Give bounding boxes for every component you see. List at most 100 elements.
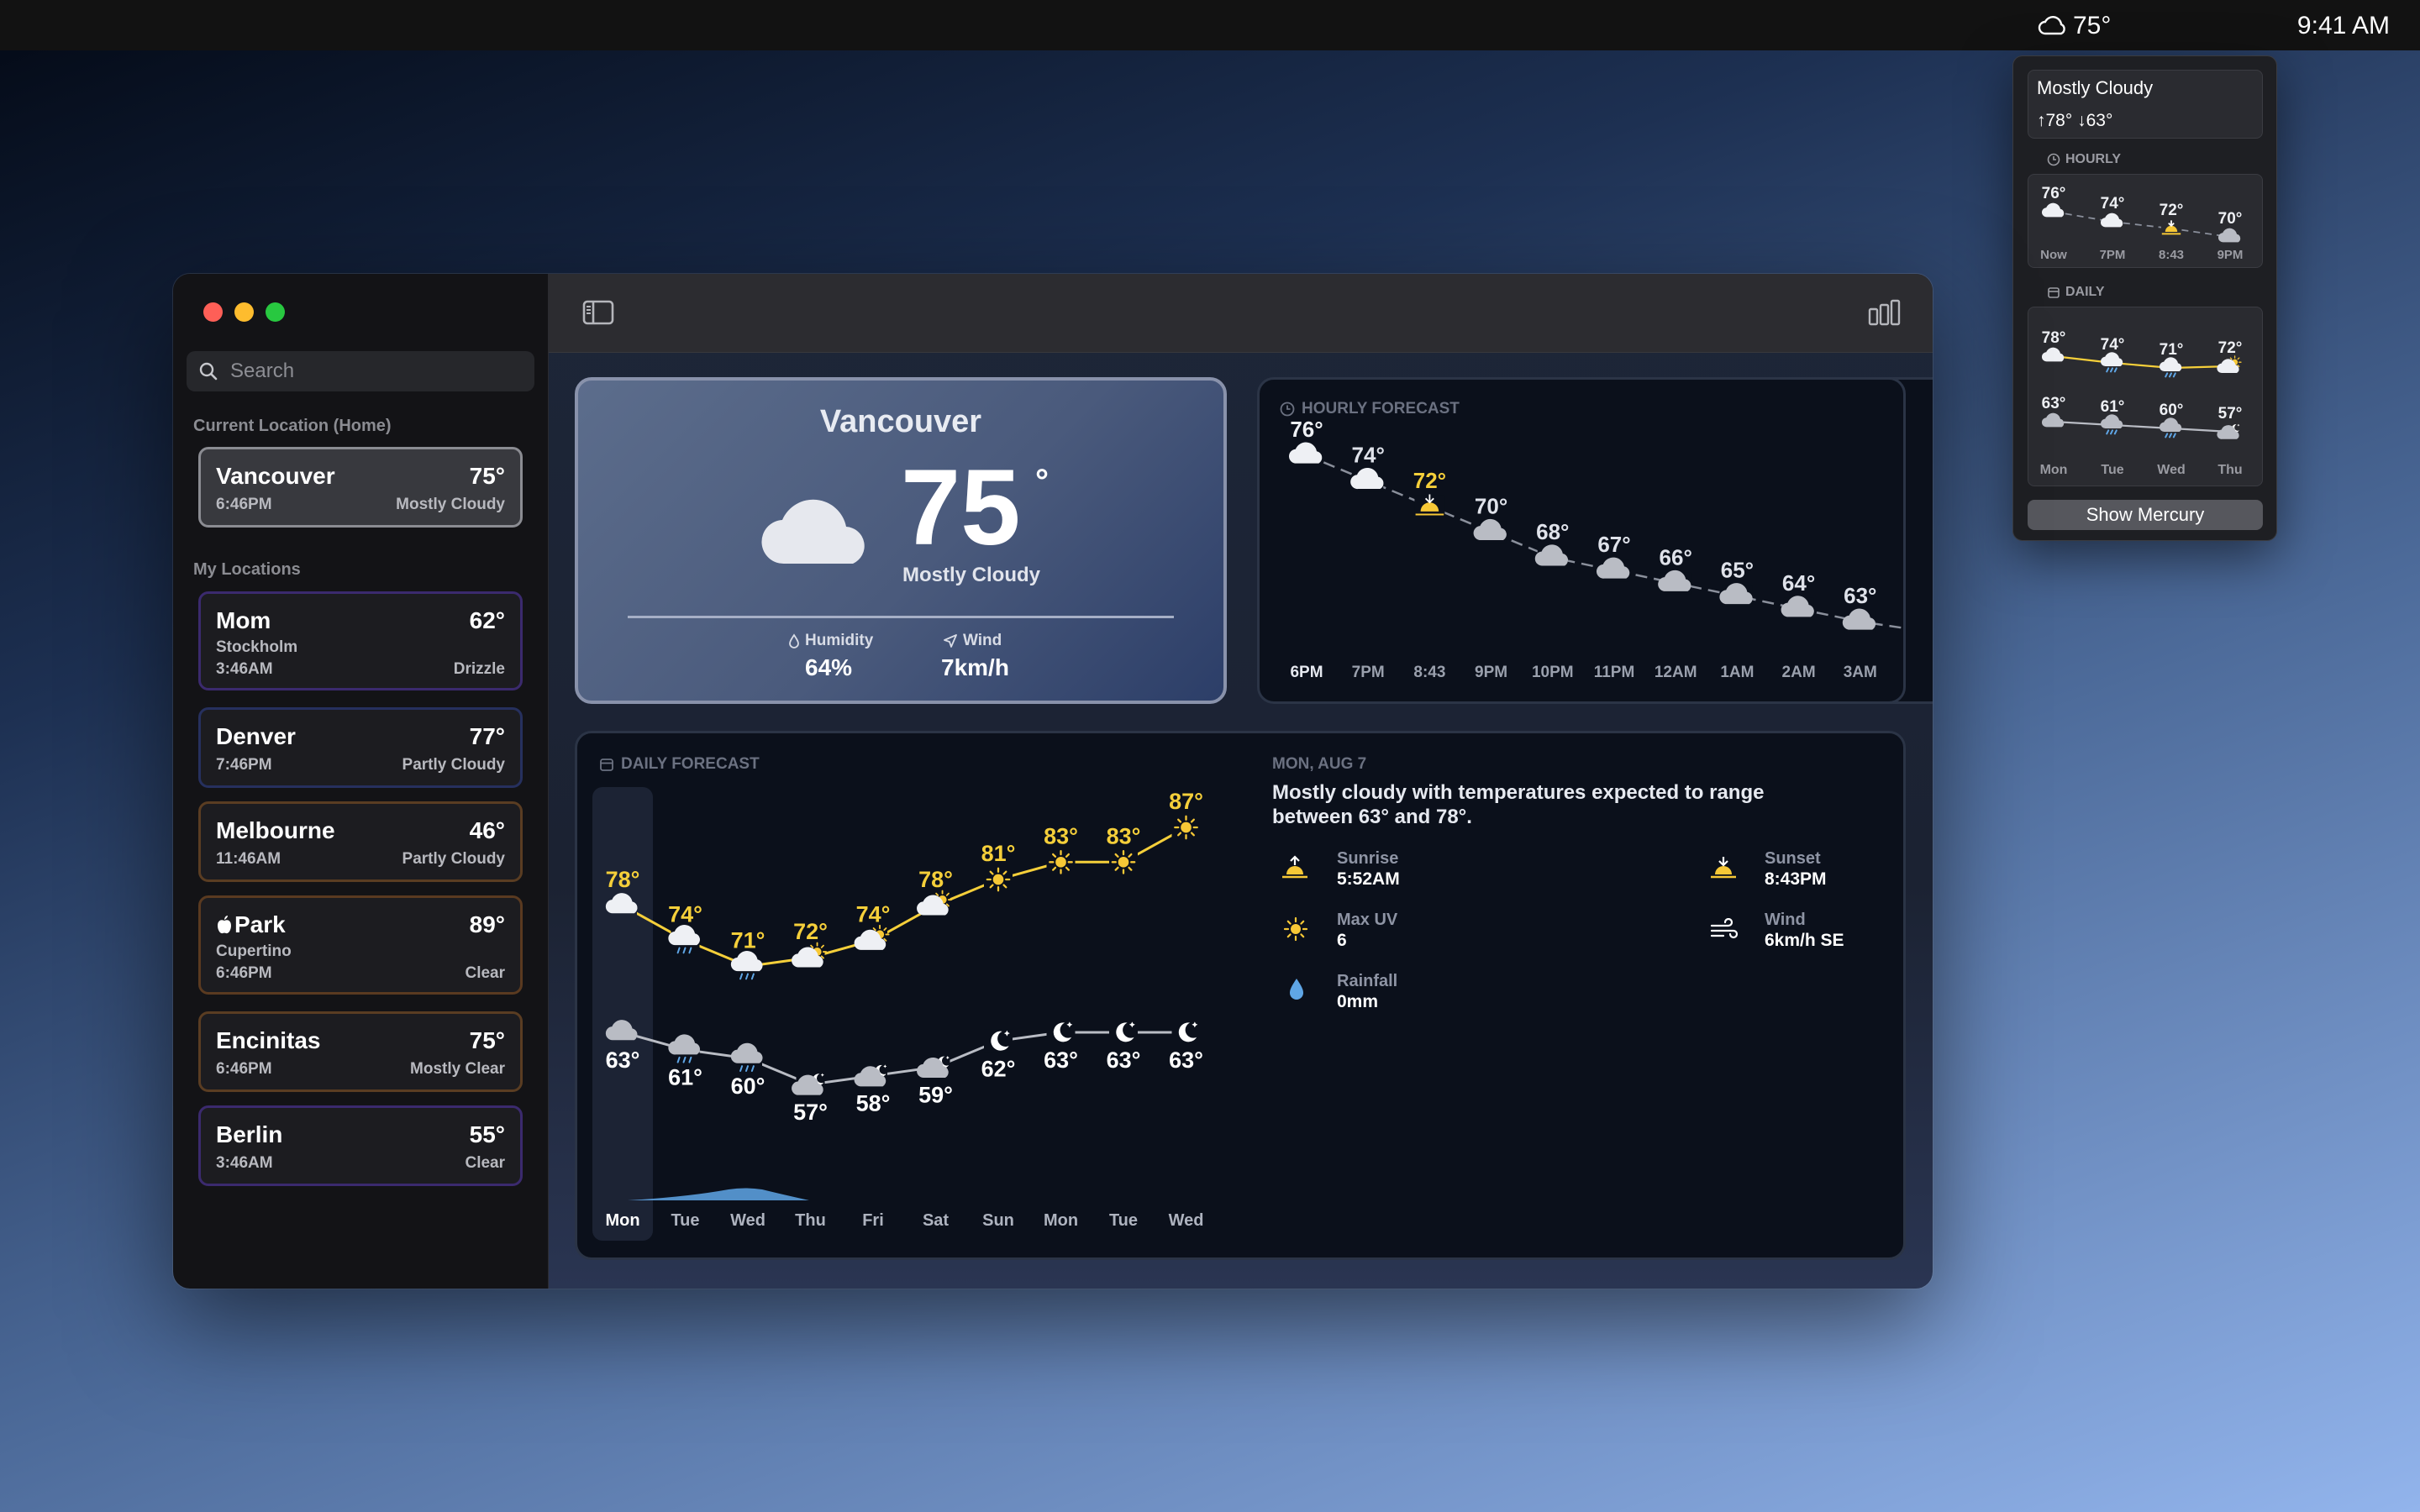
daily-high-label: 78° xyxy=(606,867,640,892)
location-name: Encinitas xyxy=(216,1027,321,1053)
sunset-label: Sunset xyxy=(1765,849,1821,868)
location-name: Melbourne xyxy=(216,817,335,843)
hourly-temp-label: 68° xyxy=(1536,519,1569,544)
wind-label-row: Wind xyxy=(943,632,1002,650)
popover-daily-header: DAILY xyxy=(2047,285,2105,300)
wind-icon xyxy=(1710,918,1739,939)
wind-detail-label: Wind xyxy=(1765,911,1806,929)
location-card-berlin[interactable]: Berlin 55° 3:46AM Clear xyxy=(198,1105,523,1186)
hourly-temp-label: 64° xyxy=(1782,570,1815,596)
location-card-encinitas[interactable]: Encinitas 75° 6:46PM Mostly Clear xyxy=(198,1011,523,1092)
daily-low-label: 58° xyxy=(856,1091,891,1116)
location-name: Denver xyxy=(216,723,296,749)
sidebar: Current Location (Home) Vancouver 75° 6:… xyxy=(173,274,549,1289)
hourly-temp-label: 70° xyxy=(1475,493,1507,518)
daily-day-label: Thu xyxy=(795,1211,826,1230)
popover-hourly-time: 7PM xyxy=(2100,248,2126,262)
hourly-time-label: 7PM xyxy=(1352,664,1385,681)
location-card-mom[interactable]: Mom 62° Stockholm 3:46AM Drizzle xyxy=(198,591,523,690)
popover-hourly-temp: 76° xyxy=(2042,185,2066,202)
zoom-button[interactable] xyxy=(266,302,285,322)
location-name-text: Park xyxy=(234,911,286,937)
minimize-button[interactable] xyxy=(234,302,254,322)
daily-high-label: 83° xyxy=(1107,823,1141,848)
my-locations-header: My Locations xyxy=(193,560,301,579)
cloud-icon xyxy=(761,499,865,564)
location-time: 3:46AM xyxy=(216,1154,273,1172)
location-condition: Mostly Cloudy xyxy=(396,496,505,513)
mercury-menu-popover: Mostly Cloudy ↑78° ↓63° HOURLY 76° Now 74°… xyxy=(2012,55,2277,541)
sun-icon xyxy=(1049,849,1073,874)
humidity-label-row: Humidity xyxy=(788,632,873,650)
hourly-time-label: 10PM xyxy=(1532,664,1574,681)
hourly-temp-label: 76° xyxy=(1290,417,1323,442)
sidebar-toggle-icon[interactable] xyxy=(582,300,614,325)
popover-daily-day: Wed xyxy=(2157,463,2185,477)
location-card-vancouver[interactable]: Vancouver 75° 6:46PM Mostly Cloudy xyxy=(198,447,523,528)
menubar-clock: 9:41 AM xyxy=(2296,12,2390,39)
popover-hourly-temp: 72° xyxy=(2160,202,2184,219)
popover-daily-label: DAILY xyxy=(2065,285,2105,299)
close-button[interactable] xyxy=(203,302,223,322)
daily-high-label: 71° xyxy=(731,927,765,953)
popover-high-line xyxy=(2053,354,2231,370)
sunrise-icon xyxy=(1282,855,1307,879)
location-condition: Clear xyxy=(465,964,505,982)
calendar-icon xyxy=(2048,287,2060,298)
search-input[interactable] xyxy=(230,360,516,383)
location-subtitle: Stockholm xyxy=(216,638,298,656)
location-card-park[interactable]: Park 89° Cupertino 6:46PM Clear xyxy=(198,895,523,995)
hourly-chart: 76° 6PM 74° 7PM 72° 8:43 70° 9PM 68° 10PM 67° 11PM 6… xyxy=(1288,417,1903,681)
location-condition: Drizzle xyxy=(453,660,505,678)
hourly-time-label: 11PM xyxy=(1594,664,1635,681)
popover-hourly-temp: 70° xyxy=(2218,210,2243,228)
humidity-label: Humidity xyxy=(805,632,874,649)
location-name: Park xyxy=(216,911,286,938)
location-temp: 62° xyxy=(469,607,505,633)
popover-hourly-header: HOURLY xyxy=(2047,152,2121,167)
daily-high-label: 78° xyxy=(918,867,953,892)
popover-daily-high: 71° xyxy=(2160,341,2184,359)
popover-daily-day: Mon xyxy=(2040,463,2068,477)
humidity-value: 64% xyxy=(805,654,853,680)
hourly-time-label: 1AM xyxy=(1720,664,1754,681)
location-time: 7:46PM xyxy=(216,756,272,774)
location-card-melbourne[interactable]: Melbourne 46° 11:46AM Partly Cloudy xyxy=(198,801,523,882)
location-time: 6:46PM xyxy=(216,964,272,982)
hourly-time-label: 12AM xyxy=(1655,664,1697,681)
popover-daily-svg: 78° 63° Mon 74° 61° Tue 71° 60° Wed 72° 57° Thu xyxy=(2040,329,2243,477)
show-mercury-button[interactable]: Show Mercury xyxy=(2028,500,2263,530)
daily-high-label: 83° xyxy=(1044,823,1078,848)
hourly-time-label: 6PM xyxy=(1290,664,1323,681)
location-temp: 89° xyxy=(469,911,505,937)
rainfall-label: Rainfall xyxy=(1337,972,1398,990)
precipitation-area xyxy=(628,1188,809,1200)
location-time: 3:46AM xyxy=(216,660,273,678)
location-card-denver[interactable]: Denver 77° 7:46PM Partly Cloudy xyxy=(198,707,523,788)
daily-low-label: 61° xyxy=(668,1065,702,1090)
hourly-temp-label: 72° xyxy=(1413,468,1446,493)
location-arrow-icon xyxy=(944,634,957,648)
menu-bar: 75° 9:41 AM xyxy=(0,0,2420,50)
popover-daily-chart: 78° 63° Mon 74° 61° Tue 71° 60° Wed 72° 57° Thu xyxy=(2028,307,2263,486)
bar-chart-icon[interactable] xyxy=(1868,299,1902,326)
daily-day-label: Mon xyxy=(605,1211,639,1230)
location-time: 11:46AM xyxy=(216,850,281,868)
search-field[interactable] xyxy=(187,351,534,391)
daily-day-label: Tue xyxy=(1109,1211,1138,1230)
menubar-temp: 75° xyxy=(2073,12,2112,39)
current-condition: Mostly Cloudy xyxy=(902,564,1041,586)
current-temp: 75 xyxy=(901,448,1021,568)
menubar-weather-item[interactable]: 75° xyxy=(2038,12,2111,40)
popover-hourly-label: HOURLY xyxy=(2065,152,2122,166)
daily-high-line xyxy=(622,826,1187,968)
popover-daily-high: 78° xyxy=(2042,329,2066,347)
daily-day-label: Tue xyxy=(671,1211,699,1230)
divider xyxy=(628,616,1174,618)
location-name: Vancouver xyxy=(216,463,335,489)
location-condition: Partly Cloudy xyxy=(402,756,505,774)
popover-daily-low: 63° xyxy=(2042,395,2066,412)
sun-icon xyxy=(1174,815,1198,840)
daily-day-label: Sat xyxy=(923,1211,949,1230)
location-condition: Mostly Clear xyxy=(410,1060,505,1078)
